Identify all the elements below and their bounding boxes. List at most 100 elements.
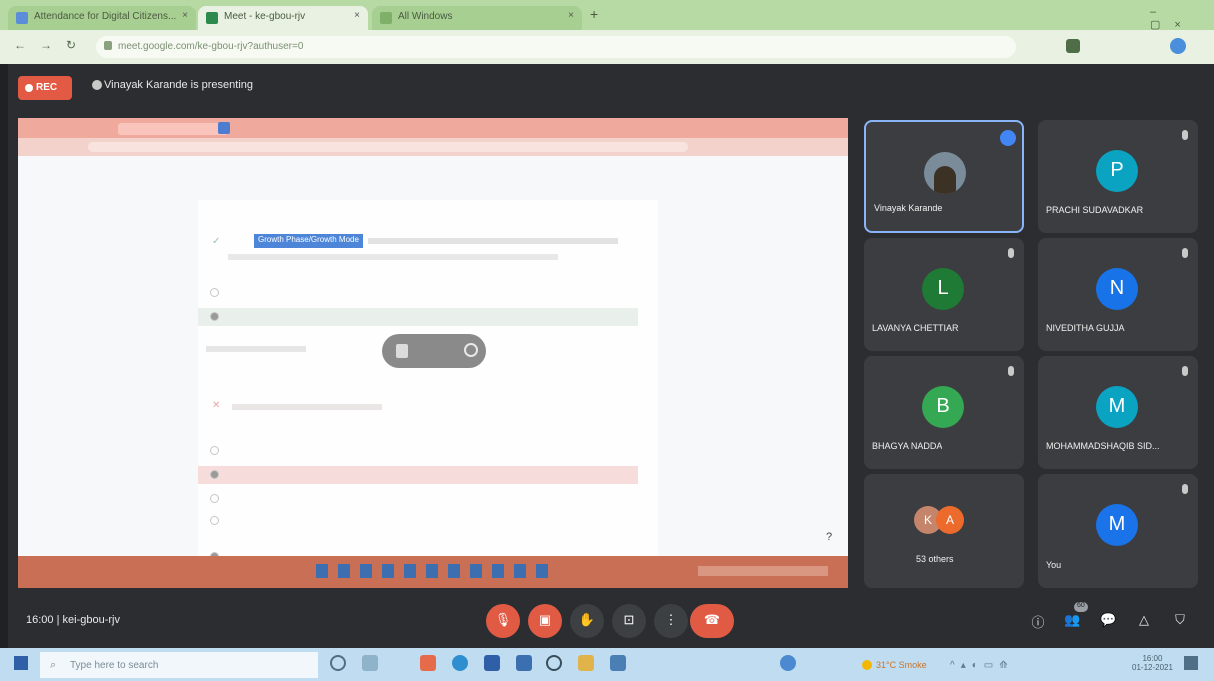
close-icon[interactable]: × [568, 10, 574, 21]
tab-label: All Windows [398, 11, 453, 22]
app-icon[interactable] [420, 655, 436, 671]
participant-tile[interactable]: B BHAGYA NADDA [864, 356, 1024, 469]
avatar: M [1096, 386, 1138, 428]
activities-icon[interactable]: △ [1136, 612, 1152, 628]
new-tab-icon[interactable]: + [590, 6, 598, 22]
option [198, 490, 638, 508]
participant-tile[interactable]: P PRACHI SUDAVADKAR [1038, 120, 1198, 233]
mic-off-button[interactable]: 🎙 [486, 604, 520, 638]
participant-name: MOHAMMADSHAQIB SID... [1046, 441, 1160, 451]
shared-tab-favicon [218, 122, 230, 134]
tab-label: Attendance for Digital Citizens... [34, 11, 177, 22]
cortana-icon[interactable] [330, 655, 346, 671]
participant-tile[interactable]: Vinayak Karande [864, 120, 1024, 233]
shared-tab-strip [18, 118, 848, 138]
raise-hand-button[interactable]: ✋ [570, 604, 604, 638]
window-controls[interactable]: –▢× [1150, 6, 1214, 31]
app-icon[interactable] [780, 655, 796, 671]
question-text [232, 404, 382, 410]
participant-name: NIVEDITHA GUJJA [1046, 323, 1125, 333]
chrome-icon[interactable] [546, 655, 562, 671]
presenting-controls[interactable] [382, 334, 486, 368]
option-selected [198, 308, 638, 326]
windows-start-icon[interactable] [14, 656, 28, 670]
notifications-icon[interactable] [1184, 656, 1198, 670]
leave-call-button[interactable]: ☎ [690, 604, 734, 638]
avatar: L [922, 268, 964, 310]
mic-off-icon: 🎙 [494, 612, 512, 627]
reload-icon[interactable]: ↻ [66, 38, 76, 52]
tab-windows[interactable]: All Windows × [372, 6, 582, 30]
self-tile[interactable]: M You [1038, 474, 1198, 588]
weather-icon [862, 660, 872, 670]
present-button[interactable]: ⊡ [612, 604, 646, 638]
clock[interactable]: 16:00 01-12-2021 [1132, 654, 1173, 672]
taskbar-search-input[interactable]: ⌕ Type here to search [40, 652, 318, 678]
radio-icon [210, 312, 219, 321]
edge-icon[interactable] [452, 655, 468, 671]
tab-meet[interactable]: Meet - ke-gbou-rjv × [198, 6, 368, 30]
mic-off-icon [1182, 130, 1188, 140]
hand-icon: ✋ [578, 612, 596, 627]
avatar: A [936, 506, 964, 534]
screen: Attendance for Digital Citizens... × Mee… [0, 0, 1214, 681]
info-icon[interactable]: ⓘ [1030, 612, 1046, 630]
tab-favicon [206, 12, 218, 24]
participant-name: PRACHI SUDAVADKAR [1046, 205, 1144, 215]
forward-icon[interactable]: → [40, 38, 52, 52]
participant-name: You [1046, 560, 1062, 570]
shield-icon[interactable]: ⛉ [1172, 612, 1188, 628]
chat-icon[interactable]: 💬 [1100, 612, 1116, 628]
system-tray-icons[interactable]: ^▴◐▭⟰ [950, 660, 1014, 671]
profile-avatar[interactable] [1170, 38, 1186, 54]
close-icon[interactable]: × [354, 10, 360, 21]
mic-off-icon [1182, 484, 1188, 494]
shared-url [88, 142, 688, 152]
shared-tray [698, 566, 828, 576]
mic-off-icon [1008, 248, 1014, 258]
help-icon: ? [826, 531, 833, 543]
radio-icon [210, 470, 219, 479]
pin-icon[interactable] [464, 343, 478, 357]
app-icon[interactable] [578, 655, 594, 671]
extension-icon[interactable] [1066, 39, 1080, 53]
presenting-banner: Vinayak Karande is presenting [104, 79, 254, 91]
people-count-badge: 60 [1074, 602, 1088, 612]
recording-badge: REC [18, 76, 72, 100]
tab-favicon [16, 12, 28, 24]
task-view-icon[interactable] [362, 655, 378, 671]
camera-off-icon: ▣ [538, 612, 552, 627]
person-photo [934, 166, 956, 194]
tab-label: Meet - ke-gbou-rjv [224, 11, 306, 22]
meeting-details: 16:00 | kei-gbou-rjv [26, 614, 120, 626]
app-icon[interactable] [610, 655, 626, 671]
others-tile[interactable]: K A 53 others [864, 474, 1024, 588]
form-card: ✓ Growth Phase/Growth Mode ✕ [198, 200, 658, 561]
weather-text: 31°C Smoke [876, 660, 927, 670]
presenter-avatar [92, 80, 102, 90]
speaking-icon [1000, 130, 1016, 146]
avatar: P [1096, 150, 1138, 192]
tab-attendance[interactable]: Attendance for Digital Citizens... × [8, 6, 196, 30]
participant-tile[interactable]: L LAVANYA CHETTIAR [864, 238, 1024, 351]
option [198, 512, 638, 530]
option-wrong [198, 466, 638, 484]
close-icon[interactable]: × [182, 10, 188, 21]
app-icon[interactable] [484, 655, 500, 671]
more-options-button[interactable]: ⋮ [654, 604, 688, 638]
radio-icon [210, 288, 219, 297]
mic-off-icon [1182, 248, 1188, 258]
avatar [924, 152, 966, 194]
url-input[interactable]: meet.google.com/ke-gbou-rjv?authuser=0 [96, 36, 1016, 58]
camera-off-button[interactable]: ▣ [528, 604, 562, 638]
tab-favicon [380, 12, 392, 24]
back-icon[interactable]: ← [14, 38, 26, 52]
option [198, 442, 638, 460]
people-icon[interactable]: 👥 [1064, 612, 1080, 628]
shared-taskbar [18, 556, 848, 588]
participant-name: BHAGYA NADDA [872, 441, 943, 451]
folder-icon[interactable] [516, 655, 532, 671]
stop-icon[interactable] [396, 344, 408, 358]
participant-tile[interactable]: N NIVEDITHA GUJJA [1038, 238, 1198, 351]
participant-tile[interactable]: M MOHAMMADSHAQIB SID... [1038, 356, 1198, 469]
